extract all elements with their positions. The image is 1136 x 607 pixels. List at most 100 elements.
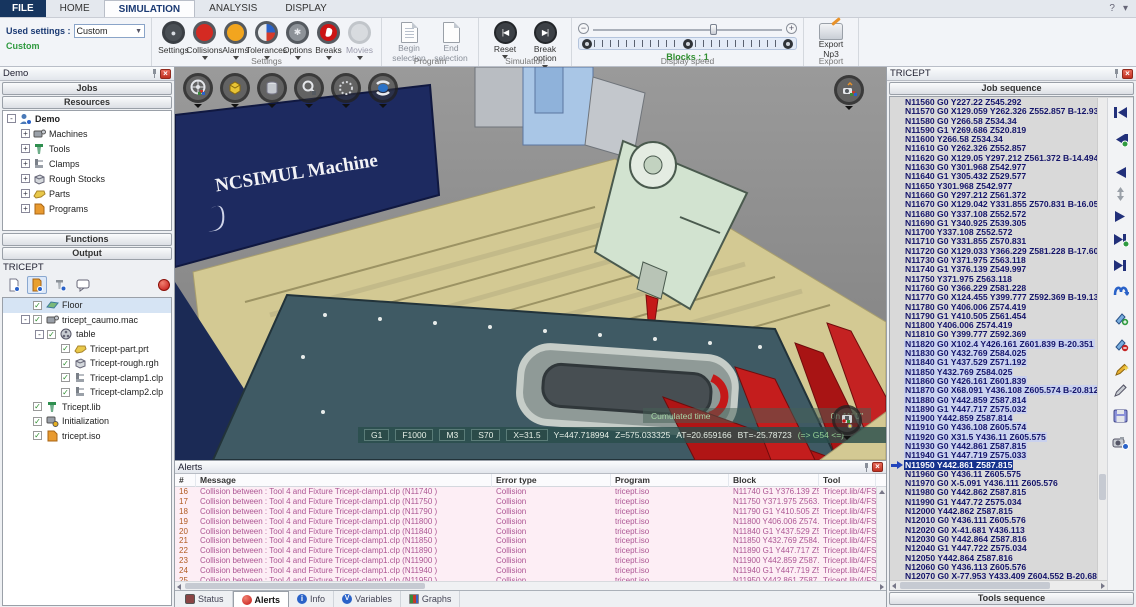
gcode-line[interactable]: N12070 G0 X-77.953 Y433.409 Z604.552 B-2… xyxy=(904,572,1097,580)
scroll-sync-button[interactable] xyxy=(1112,186,1130,202)
speed-slider[interactable] xyxy=(593,24,782,34)
loop-button[interactable] xyxy=(1112,282,1130,298)
tree-item-programs[interactable]: +Programs xyxy=(3,201,171,216)
ribbon-tab-simulation[interactable]: SIMULATION xyxy=(104,0,195,17)
close-icon[interactable]: × xyxy=(1122,69,1133,79)
step-forward-button[interactable] xyxy=(1112,232,1130,248)
alert-row[interactable]: 23Collision between : Tool 4 and Fixture… xyxy=(175,556,876,566)
alert-row[interactable]: 16Collision between : Tool 4 and Fixture… xyxy=(175,487,876,497)
sidebar-section-output[interactable]: Output xyxy=(2,247,172,260)
alert-row[interactable]: 22Collision between : Tool 4 and Fixture… xyxy=(175,546,876,556)
tree-item-rough-stocks[interactable]: +Rough Stocks xyxy=(3,171,171,186)
open-doc-button[interactable] xyxy=(27,276,47,294)
ribbon-collapse-icon[interactable]: ▾ xyxy=(1123,3,1128,14)
output-tab-graphs[interactable]: Graphs xyxy=(401,591,461,607)
ribbon-breaks-button[interactable]: Breaks xyxy=(313,20,344,60)
tree-item-tricept-part-prt[interactable]: ✓Tricept-part.prt xyxy=(3,342,171,357)
new-doc-button[interactable] xyxy=(4,276,24,294)
pin-icon[interactable] xyxy=(1113,69,1120,78)
tool-display-button[interactable] xyxy=(832,405,862,440)
speed-increase-button[interactable]: + xyxy=(786,23,797,34)
rotate-view-button[interactable] xyxy=(368,73,398,108)
sidebar-section-jobs[interactable]: Jobs xyxy=(2,82,172,95)
tree-checkbox[interactable]: ✓ xyxy=(61,373,70,382)
help-icon[interactable]: ? xyxy=(1109,3,1115,14)
tree-checkbox[interactable]: ✓ xyxy=(61,359,70,368)
edit-special-button[interactable] xyxy=(1112,362,1130,378)
tree-item-tricept-lib[interactable]: ✓Tricept.lib xyxy=(3,400,171,415)
gcode-list[interactable]: N11560 G0 Y227.22 Z545.292N11570 G0 X129… xyxy=(904,98,1097,580)
gcode-horizontal-scrollbar[interactable] xyxy=(890,580,1107,590)
alert-row[interactable]: 21Collision between : Tool 4 and Fixture… xyxy=(175,536,876,546)
used-settings-dropdown[interactable]: Custom ▼ xyxy=(74,24,145,38)
alert-row[interactable]: 20Collision between : Tool 4 and Fixture… xyxy=(175,526,876,536)
save-button[interactable] xyxy=(1112,408,1130,424)
alerts-column-header[interactable]: Message xyxy=(196,474,492,487)
tree-checkbox[interactable]: ✓ xyxy=(33,417,42,426)
alert-row[interactable]: 24Collision between : Tool 4 and Fixture… xyxy=(175,565,876,575)
3d-viewport[interactable]: NCSIMUL Machine xyxy=(175,67,886,460)
speed-slider-thumb[interactable] xyxy=(710,24,717,35)
tree-checkbox[interactable]: ✓ xyxy=(33,301,42,310)
tree-checkbox[interactable]: ✓ xyxy=(33,431,42,440)
speed-decrease-button[interactable]: − xyxy=(578,23,589,34)
tree-item-tricept-caumo-mac[interactable]: -✓tricept_caumo.mac xyxy=(3,313,171,328)
add-breakpoint-button[interactable] xyxy=(1112,310,1130,326)
speed-scale-bar[interactable] xyxy=(578,37,797,50)
tree-checkbox[interactable]: ✓ xyxy=(61,344,70,353)
tree-item-tricept-clamp2-clp[interactable]: ✓Tricept-clamp2.clp xyxy=(3,385,171,400)
skip-last-button[interactable] xyxy=(1112,257,1130,273)
ribbon-movies-button[interactable]: Movies xyxy=(344,20,375,60)
tree-item-clamps[interactable]: +Clamps xyxy=(3,156,171,171)
zoom-button[interactable] xyxy=(294,73,324,108)
ribbon-tab-home[interactable]: HOME xyxy=(46,0,104,17)
tree-item-machines[interactable]: +Machines xyxy=(3,126,171,141)
alert-row[interactable]: 19Collision between : Tool 4 and Fixture… xyxy=(175,516,876,526)
job-sequence-button[interactable]: Job sequence xyxy=(889,82,1134,95)
step-back-button[interactable] xyxy=(1112,132,1130,148)
navigation-wheel-button[interactable] xyxy=(183,73,213,108)
sidebar-section-functions[interactable]: Functions xyxy=(2,233,172,246)
gcode-vertical-scrollbar[interactable] xyxy=(1097,98,1107,580)
close-icon[interactable]: × xyxy=(872,462,883,472)
comment-button[interactable] xyxy=(73,276,93,294)
output-tab-variables[interactable]: VVariables xyxy=(334,591,401,607)
tree-item-table[interactable]: -✓table xyxy=(3,327,171,342)
ribbon-collisions-button[interactable]: Collisions xyxy=(189,20,220,60)
alerts-column-header[interactable]: Block xyxy=(729,474,819,487)
alerts-horizontal-scrollbar[interactable] xyxy=(175,581,886,590)
ribbon-settings-button[interactable]: Settings xyxy=(158,20,189,60)
tree-item-parts[interactable]: +Parts xyxy=(3,186,171,201)
remove-breakpoint-button[interactable] xyxy=(1112,336,1130,352)
export-np3-button[interactable]: Export Np3 xyxy=(810,20,852,60)
ribbon-tolerances-button[interactable]: Tolerances xyxy=(251,20,282,60)
cube-view-button[interactable] xyxy=(220,73,250,108)
speed-knob-medium[interactable] xyxy=(683,39,693,49)
tree-item-tools[interactable]: +Tools xyxy=(3,141,171,156)
skip-first-button[interactable] xyxy=(1112,104,1130,120)
stock-cylinder-button[interactable] xyxy=(257,73,287,108)
alerts-vertical-scrollbar[interactable] xyxy=(876,487,886,581)
sidebar-section-resources[interactable]: Resources xyxy=(2,96,172,109)
play-button[interactable] xyxy=(1112,208,1130,224)
tree-expander-icon[interactable]: + xyxy=(21,204,30,213)
tree-expander-icon[interactable]: + xyxy=(21,159,30,168)
close-icon[interactable]: × xyxy=(160,69,171,79)
tree-checkbox[interactable]: ✓ xyxy=(47,330,56,339)
camera-option-button[interactable] xyxy=(1112,434,1130,450)
alerts-column-header[interactable]: Error type xyxy=(492,474,611,487)
tree-checkbox[interactable]: ✓ xyxy=(33,402,42,411)
edit-button[interactable] xyxy=(1112,382,1130,398)
alert-row[interactable]: 18Collision between : Tool 4 and Fixture… xyxy=(175,507,876,517)
tree-expander-icon[interactable]: + xyxy=(21,174,30,183)
tree-item-floor[interactable]: ✓Floor xyxy=(3,298,171,313)
output-tab-alerts[interactable]: Alerts xyxy=(233,591,290,607)
ribbon-options-button[interactable]: Options xyxy=(282,20,313,60)
tree-expander-icon[interactable]: + xyxy=(21,144,30,153)
machine-camera-button[interactable] xyxy=(834,75,864,110)
tools-sequence-button[interactable]: Tools sequence xyxy=(889,592,1134,605)
ribbon-tab-file[interactable]: FILE xyxy=(0,0,46,17)
alerts-column-header[interactable]: # xyxy=(175,474,196,487)
tree-item-tricept-clamp1-clp[interactable]: ✓Tricept-clamp1.clp xyxy=(3,371,171,386)
tool-badge-button[interactable] xyxy=(50,276,70,294)
